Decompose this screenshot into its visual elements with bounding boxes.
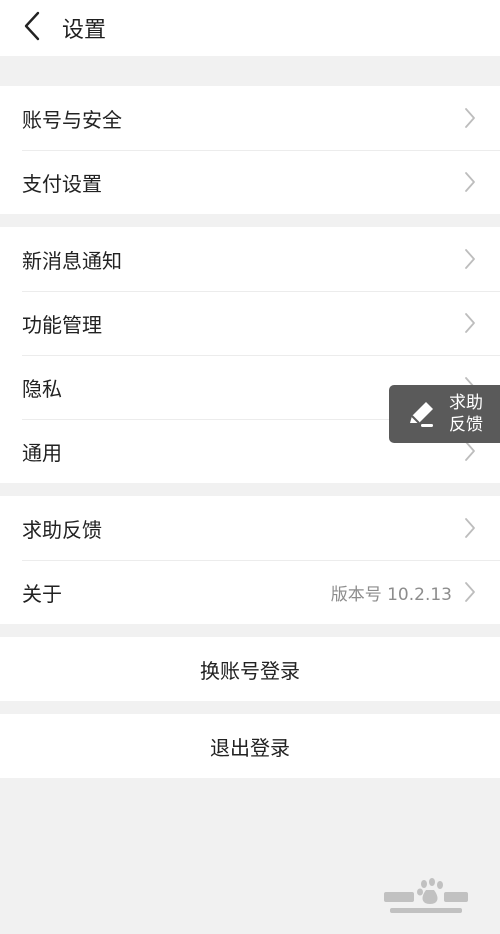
chevron-left-icon <box>23 11 41 45</box>
switch-account-label: 换账号登录 <box>200 658 300 683</box>
baidu-jingyan-logo <box>380 876 472 920</box>
header-bar: 设置 <box>0 0 500 56</box>
settings-group-general: 新消息通知 功能管理 隐私 通用 <box>0 227 500 483</box>
row-label: 功能管理 <box>22 312 102 337</box>
chevron-right-icon <box>464 312 476 334</box>
row-help-feedback[interactable]: 求助反馈 <box>0 496 500 560</box>
row-about[interactable]: 关于 版本号 10.2.13 <box>0 560 500 624</box>
chevron-right-icon <box>464 248 476 270</box>
logout-label: 退出登录 <box>210 735 290 760</box>
logout-button[interactable]: 退出登录 <box>0 714 500 778</box>
row-account-security[interactable]: 账号与安全 <box>0 86 500 150</box>
edit-pencil-icon <box>403 396 439 432</box>
floating-feedback-line2: 反馈 <box>449 415 483 435</box>
floating-feedback-button[interactable]: 求助 反馈 <box>389 385 500 443</box>
floating-feedback-line1: 求助 <box>449 393 483 413</box>
chevron-right-icon <box>464 171 476 193</box>
row-payment-settings[interactable]: 支付设置 <box>0 150 500 214</box>
page-title: 设置 <box>62 18 107 43</box>
back-button[interactable] <box>10 0 54 56</box>
chevron-right-icon <box>464 581 476 603</box>
row-label: 求助反馈 <box>22 517 102 542</box>
chevron-right-icon <box>464 107 476 129</box>
chevron-right-icon <box>464 517 476 539</box>
settings-group-account: 账号与安全 支付设置 <box>0 86 500 214</box>
chevron-right-icon <box>464 440 476 462</box>
row-feature-management[interactable]: 功能管理 <box>0 291 500 355</box>
row-notifications[interactable]: 新消息通知 <box>0 227 500 291</box>
settings-group-help: 求助反馈 关于 版本号 10.2.13 <box>0 496 500 624</box>
row-label: 关于 <box>22 581 62 606</box>
version-label: 版本号 10.2.13 <box>330 584 452 605</box>
row-label: 账号与安全 <box>22 107 122 132</box>
row-label: 新消息通知 <box>22 248 122 273</box>
row-label: 支付设置 <box>22 171 102 196</box>
floating-feedback-text: 求助 反馈 <box>449 392 483 436</box>
switch-account-button[interactable]: 换账号登录 <box>0 637 500 701</box>
